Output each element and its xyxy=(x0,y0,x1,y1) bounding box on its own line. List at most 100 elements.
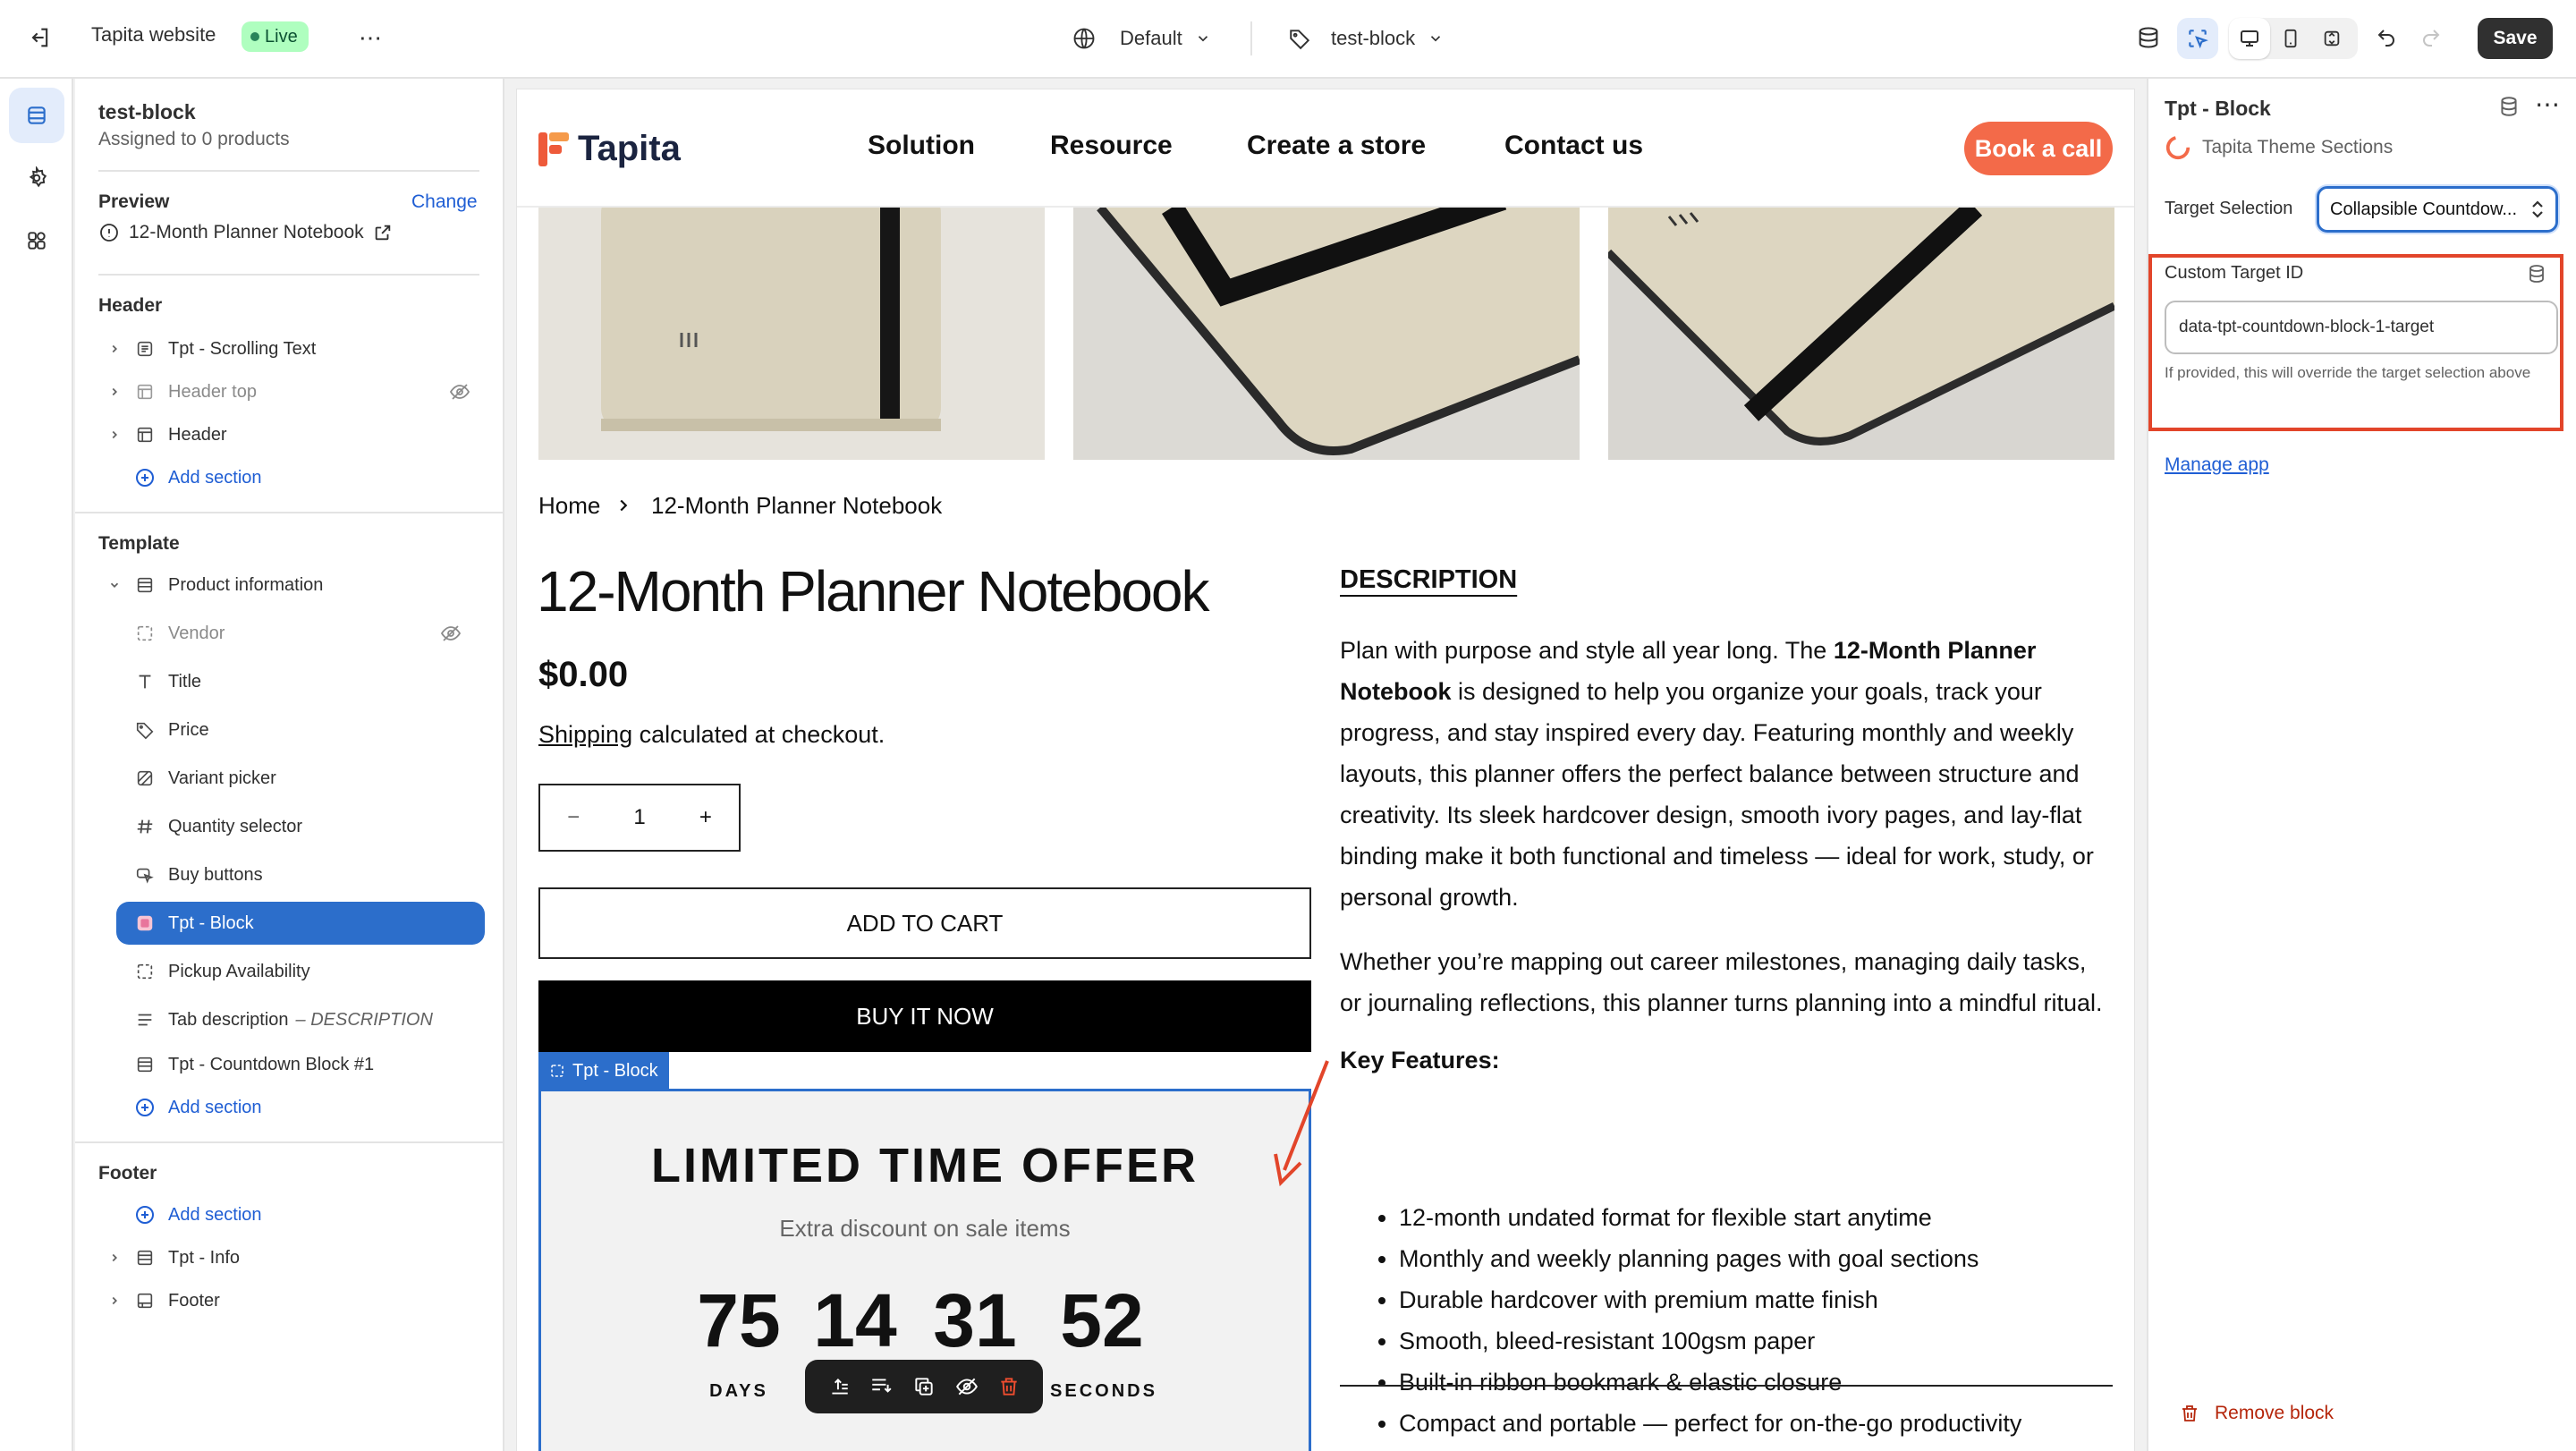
product-image-3[interactable] xyxy=(1608,208,2114,460)
target-selection-select[interactable]: Collapsible Countdow... xyxy=(2317,186,2558,233)
sections-icon[interactable] xyxy=(9,88,64,143)
qty-minus-button[interactable]: − xyxy=(567,805,580,830)
fullscreen-icon[interactable] xyxy=(2311,18,2352,59)
chevron-right-icon[interactable] xyxy=(104,1290,125,1311)
theme-selector-label: Default xyxy=(1120,27,1182,49)
exit-icon[interactable] xyxy=(23,21,55,54)
chevron-right-icon[interactable] xyxy=(104,424,125,445)
remove-block-button[interactable]: Remove block xyxy=(2179,1403,2334,1424)
tree-item-suffix: – DESCRIPTION xyxy=(295,1009,433,1030)
delete-trash-icon[interactable] xyxy=(997,1375,1021,1398)
add-section-template[interactable]: Add section xyxy=(98,1086,483,1129)
select-arrows-icon xyxy=(2532,200,2543,218)
tree-item-header[interactable]: Header xyxy=(98,413,483,456)
tree-item-buy-buttons[interactable]: Buy buttons xyxy=(125,853,474,896)
tree-item-tpt-block[interactable]: Tpt - Block xyxy=(116,902,485,945)
divider xyxy=(75,1141,503,1143)
tree-item-quantity-selector[interactable]: Quantity selector xyxy=(125,805,474,848)
selected-block-tag[interactable]: Tpt - Block xyxy=(538,1052,669,1090)
hidden-eye-icon[interactable] xyxy=(449,381,470,403)
tapita-app-icon xyxy=(2165,135,2190,160)
annotation-arrow-icon xyxy=(1274,1060,1329,1187)
list-item: Smooth, bleed-resistant 100gsm paper xyxy=(1399,1320,2114,1362)
tree-item-label: Footer xyxy=(168,1290,220,1311)
product-price: $0.00 xyxy=(538,655,629,694)
move-down-icon[interactable] xyxy=(869,1375,893,1398)
redo-icon[interactable] xyxy=(2415,21,2447,54)
tree-item-tab-description[interactable]: Tab description – DESCRIPTION xyxy=(125,998,474,1041)
qty-plus-button[interactable]: + xyxy=(699,805,712,830)
tree-item-header-top[interactable]: Header top xyxy=(98,370,483,413)
undo-icon[interactable] xyxy=(2370,21,2402,54)
qty-value[interactable]: 1 xyxy=(633,805,645,830)
book-call-button[interactable]: Book a call xyxy=(1964,122,2113,175)
price-tag-icon xyxy=(132,717,157,742)
save-button[interactable]: Save xyxy=(2478,18,2553,59)
chevron-right-icon[interactable] xyxy=(104,338,125,360)
template-selector[interactable]: test-block xyxy=(1288,21,1444,55)
chevron-right-icon[interactable] xyxy=(104,1247,125,1269)
inspector-toggle-button[interactable] xyxy=(2177,18,2218,59)
duplicate-icon[interactable] xyxy=(912,1375,936,1398)
text-lines-icon xyxy=(132,1007,157,1032)
move-up-icon[interactable] xyxy=(827,1375,851,1398)
section-layout-icon xyxy=(132,1052,157,1077)
tree-item-vendor[interactable]: Vendor xyxy=(125,612,474,655)
shipping-link[interactable]: Shipping xyxy=(538,721,632,748)
tree-item-label: Header xyxy=(168,424,227,445)
desc-p1-text: Plan with purpose and style all year lon… xyxy=(1340,637,1834,664)
desktop-icon[interactable] xyxy=(2229,18,2270,59)
dynamic-source-icon[interactable] xyxy=(2526,263,2547,284)
tree-item-pickup-availability[interactable]: Pickup Availability xyxy=(125,950,474,993)
theme-selector[interactable]: Default xyxy=(1072,21,1211,55)
nav-resource[interactable]: Resource xyxy=(1050,131,1173,161)
app-source: Tapita Theme Sections xyxy=(2165,134,2393,161)
shipping-text: calculated at checkout. xyxy=(632,721,886,748)
nav-create-store[interactable]: Create a store xyxy=(1247,131,1426,161)
more-options-icon[interactable]: ⋯ xyxy=(2535,89,2560,119)
section-layout-icon xyxy=(132,379,157,404)
hidden-eye-icon[interactable] xyxy=(440,623,462,644)
product-image-1[interactable] xyxy=(538,208,1045,460)
chevron-down-icon[interactable] xyxy=(104,574,125,596)
tree-item-price[interactable]: Price xyxy=(125,709,474,751)
template-name: test-block xyxy=(98,100,196,123)
manage-app-link[interactable]: Manage app xyxy=(2165,454,2269,476)
trash-icon xyxy=(2182,1405,2197,1421)
hide-eye-icon[interactable] xyxy=(955,1375,979,1398)
footer-group-title: Footer xyxy=(98,1163,157,1184)
tree-item-variant-picker[interactable]: Variant picker xyxy=(125,757,474,800)
preview-product[interactable]: 12-Month Planner Notebook xyxy=(98,222,393,243)
more-actions-icon[interactable]: ⋯ xyxy=(354,21,386,54)
chevron-right-icon[interactable] xyxy=(104,381,125,403)
tree-item-countdown-block[interactable]: Tpt - Countdown Block #1 xyxy=(98,1043,483,1086)
site-logo[interactable]: Tapita xyxy=(538,129,681,169)
tree-item-label: Vendor xyxy=(168,623,225,643)
nav-contact[interactable]: Contact us xyxy=(1504,131,1643,161)
apps-icon[interactable] xyxy=(9,213,64,268)
add-section-footer[interactable]: Add section xyxy=(98,1193,483,1236)
settings-gear-icon[interactable] xyxy=(9,150,64,206)
add-section-header[interactable]: Add section xyxy=(98,456,483,499)
product-image-2[interactable] xyxy=(1073,208,1580,460)
database-icon[interactable] xyxy=(2132,21,2165,54)
add-to-cart-button[interactable]: ADD TO CART xyxy=(538,887,1311,959)
tree-item-title[interactable]: Title xyxy=(125,660,474,703)
breadcrumb-home[interactable]: Home xyxy=(538,492,600,520)
database-icon[interactable] xyxy=(2497,95,2521,118)
countdown-hours-value: 14 xyxy=(813,1278,897,1362)
custom-target-input[interactable]: data-tpt-countdown-block-1-target xyxy=(2165,301,2558,354)
tree-item-scrolling-text[interactable]: Tpt - Scrolling Text xyxy=(98,327,483,370)
tree-item-footer[interactable]: Footer xyxy=(98,1279,483,1322)
text-t-icon xyxy=(132,669,157,694)
nav-solution[interactable]: Solution xyxy=(868,131,975,161)
mobile-icon[interactable] xyxy=(2270,18,2311,59)
tree-item-tpt-info[interactable]: Tpt - Info xyxy=(98,1236,483,1279)
tree-item-label: Tpt - Block xyxy=(168,912,254,933)
description-heading[interactable]: DESCRIPTION xyxy=(1340,565,1517,595)
buy-now-button[interactable]: BUY IT NOW xyxy=(538,980,1311,1052)
change-preview-link[interactable]: Change xyxy=(411,191,478,213)
tree-item-product-information[interactable]: Product information xyxy=(98,564,483,607)
status-badge: Live xyxy=(242,21,309,52)
divider xyxy=(1340,1385,2113,1387)
